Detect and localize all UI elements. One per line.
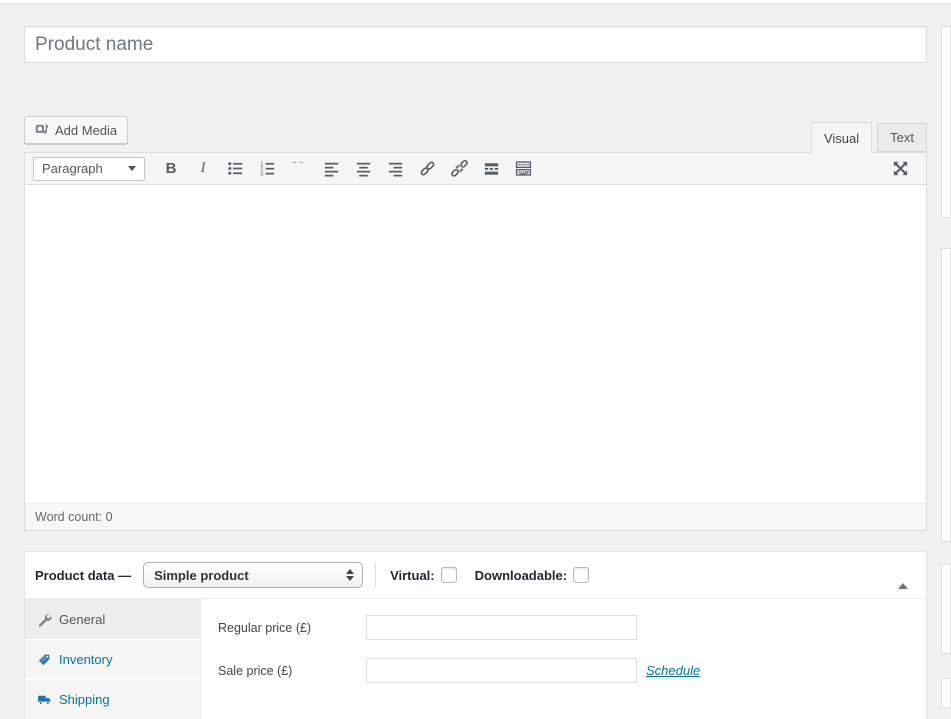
sale-price-row: Sale price (£) Schedule — [218, 658, 926, 683]
sale-price-label: Sale price (£) — [218, 664, 366, 678]
product-data-header: Product data — Simple product Virtual: D… — [25, 552, 926, 599]
wrench-icon — [37, 612, 52, 627]
align-left-icon — [322, 159, 341, 178]
numbered-list-button[interactable]: 123 — [253, 157, 281, 181]
product-data-tabs: General Inventory Shipping — [25, 599, 201, 719]
tab-general[interactable]: General — [25, 599, 200, 639]
product-name-input[interactable] — [24, 26, 927, 63]
italic-icon: I — [201, 160, 206, 177]
tab-shipping[interactable]: Shipping — [25, 679, 200, 719]
right-sidebar-edge-box — [941, 248, 951, 542]
editor-content-area[interactable] — [25, 185, 926, 503]
schedule-link[interactable]: Schedule — [646, 663, 700, 678]
regular-price-row: Regular price (£) — [218, 615, 926, 640]
select-arrows-icon — [346, 569, 354, 581]
tab-general-label: General — [59, 612, 105, 627]
editor-statusbar: Word count: 0 — [25, 503, 926, 530]
align-right-icon — [386, 159, 405, 178]
italic-button[interactable]: I — [189, 157, 217, 181]
unlink-button[interactable] — [445, 157, 473, 181]
tab-visual[interactable]: Visual — [811, 122, 872, 153]
bold-icon: B — [166, 160, 177, 177]
product-data-title: Product data — — [35, 568, 131, 583]
sale-price-input[interactable] — [366, 658, 637, 683]
product-data-panel: Product data — Simple product Virtual: D… — [24, 551, 927, 719]
word-count: Word count: 0 — [35, 510, 113, 524]
regular-price-label: Regular price (£) — [218, 621, 366, 635]
content-editor: Paragraph B I 123 — [24, 152, 927, 531]
right-sidebar-edge-box — [941, 26, 951, 218]
bold-button[interactable]: B — [157, 157, 185, 181]
read-more-icon — [482, 159, 501, 178]
product-type-value: Simple product — [154, 568, 249, 583]
blockquote-button[interactable]: “ — [285, 157, 313, 181]
align-center-button[interactable] — [349, 157, 377, 181]
product-type-select[interactable]: Simple product — [143, 562, 363, 588]
right-sidebar-edge-box — [941, 678, 951, 708]
read-more-button[interactable] — [477, 157, 505, 181]
general-tab-content: Regular price (£) Sale price (£) Schedul… — [201, 599, 926, 719]
editor-toolbar: Paragraph B I 123 — [25, 153, 926, 185]
tag-icon — [37, 652, 52, 667]
top-edge-strip — [0, 0, 951, 4]
downloadable-checkbox[interactable] — [573, 567, 589, 583]
align-center-icon — [354, 159, 373, 178]
svg-text:3: 3 — [260, 172, 263, 178]
bulleted-list-button[interactable] — [221, 157, 249, 181]
fullscreen-button[interactable] — [886, 157, 914, 181]
downloadable-label: Downloadable: — [475, 568, 567, 583]
link-button[interactable] — [413, 157, 441, 181]
blockquote-icon: “ — [290, 162, 307, 176]
panel-collapse-toggle[interactable] — [894, 564, 912, 587]
toolbar-toggle-button[interactable] — [509, 157, 537, 181]
align-right-button[interactable] — [381, 157, 409, 181]
keyboard-icon — [514, 159, 533, 178]
editor-mode-tabs: Visual Text — [24, 122, 927, 152]
tab-text[interactable]: Text — [877, 123, 927, 152]
header-divider — [375, 563, 376, 587]
chevron-down-icon — [128, 166, 136, 171]
virtual-label: Virtual: — [390, 568, 435, 583]
unlink-icon — [450, 159, 469, 178]
collapse-arrow-icon — [898, 568, 908, 589]
tab-inventory[interactable]: Inventory — [25, 639, 200, 679]
numbered-list-icon: 123 — [258, 159, 277, 178]
paragraph-format-label: Paragraph — [42, 161, 103, 176]
bulleted-list-icon — [226, 159, 245, 178]
align-left-button[interactable] — [317, 157, 345, 181]
tab-inventory-label: Inventory — [59, 652, 112, 667]
link-icon — [418, 159, 437, 178]
product-data-body: General Inventory Shipping — [25, 599, 926, 719]
fullscreen-icon — [891, 159, 910, 178]
right-sidebar-edge-box — [941, 564, 951, 654]
virtual-checkbox[interactable] — [441, 567, 457, 583]
paragraph-format-select[interactable]: Paragraph — [33, 157, 145, 181]
regular-price-input[interactable] — [366, 615, 637, 640]
